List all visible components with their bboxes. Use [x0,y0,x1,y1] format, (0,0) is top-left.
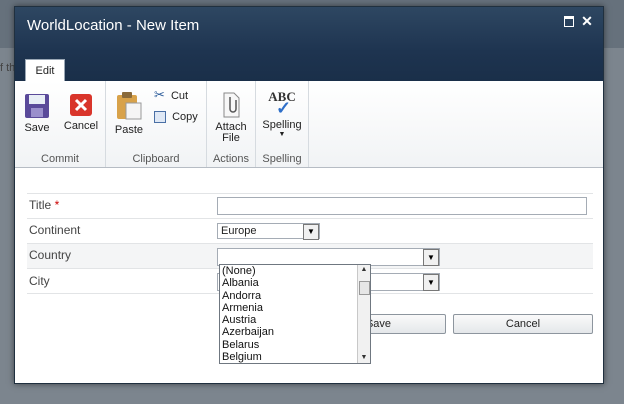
title-label: Title * [29,198,59,212]
country-dropdown-list[interactable]: (None) Albania Andorra Armenia Austria A… [219,264,371,364]
spelling-button[interactable]: ABC ✓ Spelling ▼ [260,89,304,139]
list-item[interactable]: (None) [220,265,370,277]
list-item[interactable]: Belgium [220,351,370,363]
attach-label-line2: File [222,132,240,144]
save-button[interactable]: Save [21,93,53,134]
copy-button[interactable]: Copy [154,111,198,124]
spelling-dropdown-arrow-icon: ▼ [278,131,286,138]
scroll-down-icon[interactable]: ▼ [358,353,370,363]
ribbon-group-commit: Save Cancel Commit [15,81,106,167]
list-item[interactable]: Belarus [220,339,370,351]
tab-edit[interactable]: Edit [25,59,65,82]
paste-label: Paste [114,124,144,136]
maximize-icon[interactable] [564,16,574,27]
country-options: (None) Albania Andorra Armenia Austria A… [220,265,370,363]
title-input[interactable] [217,197,587,215]
chevron-down-icon[interactable]: ▼ [423,249,439,266]
spelling-icon: ABC ✓ [260,89,304,119]
ribbon: Save Cancel Commit Paste ✂ Cut Copy Clip… [15,81,603,168]
cut-button[interactable]: ✂ Cut [154,87,188,103]
continent-value: Europe [221,225,257,237]
paste-button[interactable]: Paste [112,91,146,136]
continent-label: Continent [29,223,81,237]
dialog-titlebar: WorldLocation - New Item ✕ Edit [15,7,603,82]
list-item[interactable]: Armenia [220,302,370,314]
attach-file-button[interactable]: Attach File [211,91,251,144]
title-label-text: Title [29,198,52,212]
close-icon[interactable]: ✕ [581,14,593,28]
cancel-label: Cancel [63,120,99,132]
list-item[interactable]: Azerbaijan [220,326,370,338]
paste-icon [117,92,142,120]
check-mark-icon: ✓ [276,98,292,118]
copy-label: Copy [172,111,198,123]
scroll-up-icon[interactable]: ▲ [358,265,370,275]
scroll-thumb[interactable] [359,281,370,295]
ribbon-group-spelling: ABC ✓ Spelling ▼ Spelling [256,81,309,167]
cancel-ribbon-button[interactable]: Cancel [61,93,101,132]
clipboard-group-label: Clipboard [132,153,180,165]
scissors-icon: ✂ [154,87,165,102]
save-icon [25,94,49,118]
cancel-icon [70,94,92,116]
attach-file-icon [223,92,240,118]
spelling-group-label: Spelling [262,153,302,165]
chevron-down-icon[interactable]: ▼ [423,274,439,291]
new-item-dialog: WorldLocation - New Item ✕ Edit Save Can… [14,6,604,384]
background-text: f th [0,62,16,74]
continent-row: Continent Europe ▼ [27,218,593,243]
save-label: Save [24,122,50,134]
list-item[interactable]: Andorra [220,290,370,302]
cancel-button[interactable]: Cancel [453,314,593,334]
chevron-down-icon[interactable]: ▼ [303,224,319,240]
actions-group-label: Actions [212,153,250,165]
city-label: City [29,274,50,288]
ribbon-group-clipboard: Paste ✂ Cut Copy Clipboard [106,81,207,167]
required-mark: * [54,198,60,212]
commit-group-label: Commit [41,153,79,165]
list-item[interactable]: Albania [220,277,370,289]
continent-select[interactable]: Europe ▼ [217,223,320,240]
cut-label: Cut [170,90,189,102]
title-row: Title * [27,193,593,218]
copy-icon [154,111,166,124]
country-label: Country [29,248,72,262]
ribbon-group-actions: Attach File Actions [207,81,256,167]
list-item[interactable]: Austria [220,314,370,326]
dialog-title: WorldLocation - New Item [27,17,200,34]
list-scrollbar[interactable]: ▲ ▼ [357,265,370,363]
spelling-label: Spelling [262,119,302,131]
